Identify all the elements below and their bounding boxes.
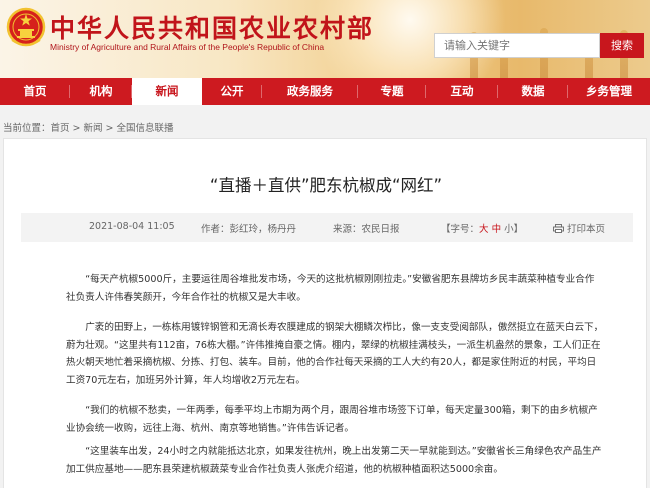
breadcrumb-separator: > <box>105 123 114 134</box>
nav-item-news[interactable]: 新闻 <box>132 78 202 105</box>
publish-date: 2021-08-04 11:05 <box>89 221 175 232</box>
breadcrumb: 当前位置：首页 > 新闻 > 全国信息联播 <box>3 120 174 134</box>
article-paragraph: 广袤的田野上，一栋栋用镀锌钢管和无滴长寿农膜建成的钢架大棚鳞次栉比，像一支支受阅… <box>66 322 604 386</box>
nav-item-township-affairs[interactable]: 乡务管理 <box>568 78 650 105</box>
print-page-button[interactable]: 打印本页 <box>553 221 605 235</box>
nav-item-label: 政务服务 <box>287 84 333 98</box>
breadcrumb-broadcast-link[interactable]: 全国信息联播 <box>116 123 173 134</box>
breadcrumb-separator: > <box>72 123 81 134</box>
nav-item-label: 互动 <box>450 84 474 98</box>
site-title[interactable]: 中华人民共和国农业农村部 <box>50 9 374 45</box>
nav-item-home[interactable]: 首页 <box>0 78 70 105</box>
font-size-control: 【字号：大 中 小】 <box>441 221 523 235</box>
print-page-label: 打印本页 <box>567 224 606 235</box>
nav-item-label: 新闻 <box>155 84 179 98</box>
nav-item-label: 首页 <box>23 84 47 98</box>
nav-item-label: 机构 <box>89 84 113 98</box>
site-header: 中华人民共和国农业农村部 Ministry of Agriculture and… <box>0 0 650 78</box>
nav-item-label: 公开 <box>220 84 244 98</box>
breadcrumb-news-link[interactable]: 新闻 <box>84 123 103 134</box>
nav-item-organization[interactable]: 机构 <box>70 78 132 105</box>
article-paragraph: “我们的杭椒不愁卖，一年两季，每季平均上市期为两个月，跟周谷堆市场签下订单，每天… <box>66 405 598 434</box>
article-card: “直播＋直供”肥东杭椒成“网红” 2021-08-04 11:05 作者：彭红玲… <box>3 138 647 488</box>
search-button[interactable]: 搜索 <box>600 33 644 58</box>
article-title: “直播＋直供”肥东杭椒成“网红” <box>209 176 443 195</box>
breadcrumb-prefix: 当前位置： <box>3 123 51 134</box>
nav-item-label: 乡务管理 <box>586 84 632 98</box>
font-size-small-button[interactable]: 小 <box>504 224 514 235</box>
article-paragraph: “这里装车出发，24小时之内就能抵达北京，如果发往杭州，晚上出发第二天一早就能到… <box>66 446 602 475</box>
nav-item-data[interactable]: 数据 <box>498 78 568 105</box>
article-author: 作者：彭红玲，杨丹丹 <box>201 224 297 235</box>
nav-item-government-services[interactable]: 政务服务 <box>262 78 358 105</box>
article-meta-bar: 2021-08-04 11:05 作者：彭红玲，杨丹丹 来源：农民日报 【字号：… <box>21 213 633 242</box>
article-paragraph: “每天产杭椒5000斤，主要运往周谷堆批发市场，今天的这批杭椒刚刚拉走。”安徽省… <box>66 274 595 303</box>
nav-item-label: 专题 <box>380 84 404 98</box>
nav-item-topics[interactable]: 专题 <box>358 78 426 105</box>
font-size-label: 【字号： <box>441 224 480 235</box>
breadcrumb-home-link[interactable]: 首页 <box>51 123 70 134</box>
font-size-medium-button[interactable]: 中 <box>492 224 502 235</box>
font-size-large-button[interactable]: 大 <box>479 224 489 235</box>
printer-icon <box>553 224 564 233</box>
national-emblem-icon[interactable] <box>6 6 46 48</box>
site-subtitle: Ministry of Agriculture and Rural Affair… <box>50 42 325 52</box>
article-source: 来源：农民日报 <box>333 224 400 235</box>
nav-item-interaction[interactable]: 互动 <box>426 78 498 105</box>
search-input[interactable] <box>434 33 600 58</box>
font-size-close-bracket: 】 <box>513 224 524 235</box>
nav-item-public[interactable]: 公开 <box>202 78 262 105</box>
nav-item-label: 数据 <box>521 84 545 98</box>
main-nav: 首页 机构 新闻 公开 政务服务 专题 互动 数据 乡务管理 <box>0 78 650 105</box>
